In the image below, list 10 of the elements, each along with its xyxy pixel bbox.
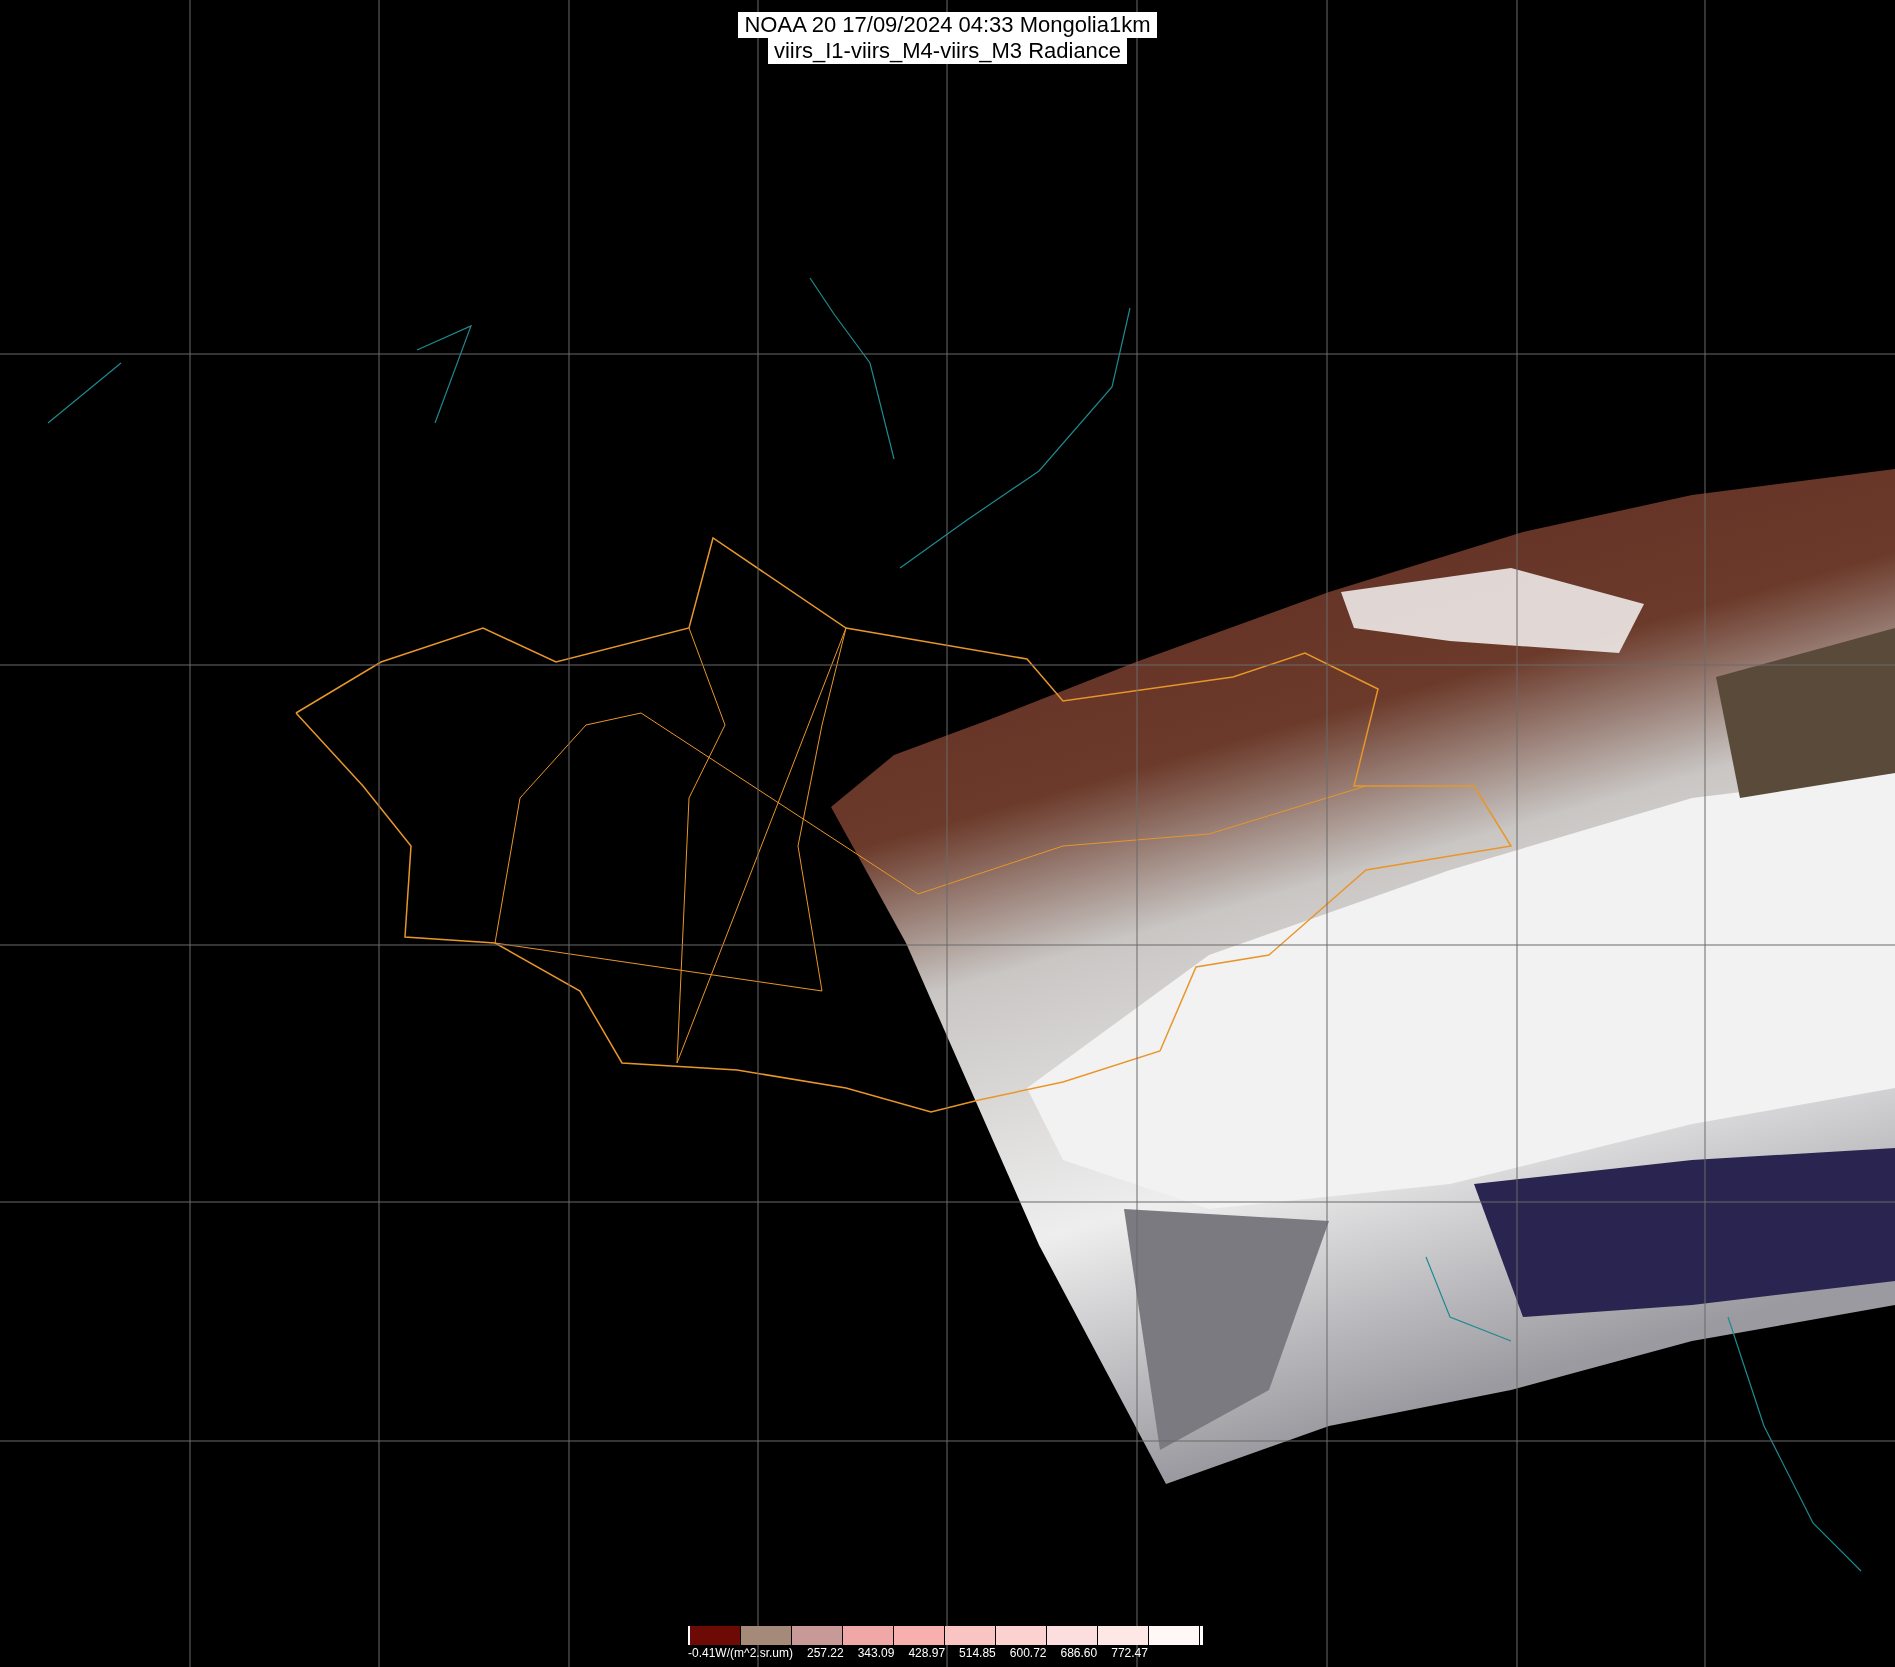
scale-label: 772.47 [1111, 1646, 1148, 1660]
scale-label: 514.85 [959, 1646, 996, 1660]
map-title: NOAA 20 17/09/2024 04:33 Mongolia1km [738, 12, 1157, 38]
map-title: viirs_I1-viirs_M4-viirs_M3 Radiance [767, 38, 1128, 64]
scale-label: 343.09 [857, 1646, 895, 1660]
scale-label: -0.41W/(m^2.sr.um) [688, 1646, 793, 1660]
scale-label: 686.60 [1060, 1646, 1098, 1660]
scale-label: 428.97 [908, 1646, 946, 1660]
scale-label: 600.72 [1009, 1646, 1047, 1660]
scale-label: 257.22 [807, 1646, 844, 1660]
